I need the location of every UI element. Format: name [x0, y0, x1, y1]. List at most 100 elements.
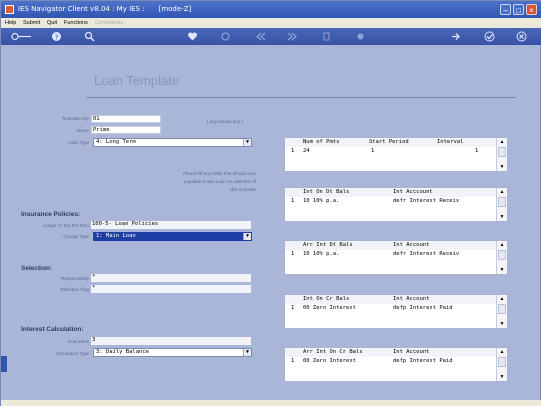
scroll-down-icon[interactable]: ▼: [497, 320, 507, 328]
heart-icon[interactable]: [187, 31, 198, 42]
arr-int-on-cr-bals-grid: Arr Int On Cr Bals Int Account 1 00 Zero…: [284, 347, 508, 382]
close-icon[interactable]: [516, 31, 527, 42]
scan-back-field[interactable]: 3: [91, 337, 251, 345]
scroll-up-icon[interactable]: ▲: [497, 241, 507, 249]
int-on-cr-bals-grid: Int On Cr Bals Int Account 1 00 Zero Int…: [284, 294, 508, 329]
scrollbar[interactable]: ▲ ▼: [496, 348, 507, 381]
responsibility-field[interactable]: *: [91, 274, 251, 282]
calc-type-label: Calculation Type: [55, 351, 89, 356]
chevron-down-icon[interactable]: ▼: [243, 349, 251, 356]
interest-account-cell[interactable]: defr Interest Receiv: [393, 197, 459, 205]
scroll-thumb[interactable]: [498, 304, 506, 314]
menu-help[interactable]: Help: [5, 20, 16, 26]
table-row[interactable]: 1 10 10% p.a. defr Interest Receiv: [285, 250, 497, 258]
charge-type-value: 1: Main Loan: [96, 233, 136, 239]
row-number: 1: [291, 358, 295, 364]
scroll-thumb[interactable]: [498, 197, 506, 207]
interest-account-cell[interactable]: defp Interest Paid: [393, 357, 453, 365]
app-icon: [5, 5, 14, 14]
title-divider: [86, 97, 516, 98]
loan-type-select[interactable]: 4: Long Term ▼: [93, 138, 252, 147]
settings-icon[interactable]: [355, 31, 366, 42]
forward-icon[interactable]: [450, 31, 461, 42]
scroll-down-icon[interactable]: ▼: [497, 266, 507, 274]
interest-rate-cell[interactable]: 10 10% p.a.: [303, 250, 339, 258]
calc-type-select[interactable]: 3: Daily Balance ▼: [93, 348, 252, 357]
column-header: Arr Int Dt Bals: [303, 242, 353, 248]
info-icon[interactable]: ?: [51, 31, 62, 42]
scroll-down-icon[interactable]: ▼: [497, 373, 507, 381]
key-icon[interactable]: [11, 31, 33, 42]
app-window: IES Navigator Client v8.04 : My IES : [mo…: [0, 0, 541, 406]
table-row[interactable]: 1 00 Zero Interest defp Interest Paid: [285, 304, 497, 312]
menu-commands[interactable]: Commands: [95, 20, 123, 26]
column-header: Int On Cr Bals: [303, 296, 350, 302]
window-title: IES Navigator Client v8.04 : My IES : [mo…: [18, 5, 191, 13]
column-header: Int On Dt Bals: [303, 189, 350, 195]
scroll-thumb[interactable]: [498, 250, 506, 260]
chevron-down-icon[interactable]: ▼: [243, 139, 251, 146]
scroll-thumb[interactable]: [498, 357, 506, 367]
scroll-up-icon[interactable]: ▲: [497, 138, 507, 146]
start-period-cell[interactable]: 1: [371, 147, 374, 155]
payments-grid: Num of Pmts Start Period Interval 1 24 1…: [284, 137, 508, 172]
document-icon[interactable]: [321, 31, 332, 42]
fast-forward-icon[interactable]: [287, 31, 298, 42]
scrollbar[interactable]: ▲ ▼: [496, 295, 507, 328]
scrollbar[interactable]: ▲ ▼: [496, 241, 507, 274]
scroll-up-icon[interactable]: ▲: [497, 188, 507, 196]
loan-type-value: 4: Long Term: [96, 139, 136, 145]
minimize-button[interactable]: –: [500, 4, 511, 15]
grid-header: Num of Pmts Start Period Interval: [285, 138, 497, 147]
check-icon[interactable]: [484, 31, 495, 42]
scrollbar[interactable]: ▲ ▼: [496, 138, 507, 171]
table-row[interactable]: 1 10 10% p.a. defr Interest Receiv: [285, 197, 497, 205]
ledger-field[interactable]: 100-5- Loan Policies: [91, 221, 251, 229]
interest-account-cell[interactable]: defr Interest Receiv: [393, 250, 459, 258]
row-number: 1: [291, 148, 295, 154]
column-header: Start Period: [369, 139, 409, 145]
interest-account-cell[interactable]: defp Interest Paid: [393, 304, 453, 312]
scroll-thumb[interactable]: [498, 147, 506, 157]
chevron-down-icon[interactable]: ▼: [243, 233, 251, 240]
auto-fill-hint: Please fill any fields that should auto …: [156, 170, 256, 194]
num-of-pmts-cell[interactable]: 24: [303, 147, 310, 155]
menu-submit[interactable]: Submit: [23, 20, 40, 26]
scroll-up-icon[interactable]: ▲: [497, 348, 507, 356]
scroll-down-icon[interactable]: ▼: [497, 163, 507, 171]
interval-cell[interactable]: 1: [475, 147, 478, 155]
int-on-dt-bals-grid: Int On Dt Bals Int Acccount 1 10 10% p.a…: [284, 187, 508, 222]
charge-type-select[interactable]: 1: Main Loan ▼: [93, 232, 252, 241]
refresh-icon[interactable]: [220, 31, 231, 42]
column-header: Num of Pmts: [303, 139, 340, 145]
search-icon[interactable]: [84, 31, 95, 42]
column-header: Arr Int On Cr Bals: [303, 349, 363, 355]
selection-heading: Selection:: [21, 265, 53, 272]
scrollbar[interactable]: ▲ ▼: [496, 188, 507, 221]
side-tab[interactable]: [1, 356, 7, 372]
column-header: Interval: [437, 139, 464, 145]
name-field[interactable]: Prime: [91, 126, 161, 134]
grid-header: Int On Cr Bals Int Account: [285, 295, 497, 304]
template-key-field[interactable]: 01: [91, 115, 161, 123]
table-row[interactable]: 1 24 1 1: [285, 147, 497, 155]
scroll-up-icon[interactable]: ▲: [497, 295, 507, 303]
interest-rate-cell[interactable]: 00 Zero Interest: [303, 304, 356, 312]
selection-flag-field[interactable]: *: [91, 285, 251, 293]
selection-flag-label: Selection Flag: [60, 287, 89, 292]
template-key-label: Template Key: [61, 116, 89, 121]
scroll-down-icon[interactable]: ▼: [497, 213, 507, 221]
table-row[interactable]: 1 00 Zero Interest defp Interest Paid: [285, 357, 497, 365]
interest-rate-cell[interactable]: 10 10% p.a.: [303, 197, 339, 205]
auto-fill-hint-line-3: this template: [230, 187, 256, 192]
menu-functions[interactable]: Functions: [64, 20, 88, 26]
maximize-button[interactable]: □: [513, 4, 524, 15]
close-window-button[interactable]: ×: [526, 4, 537, 15]
menu-quit[interactable]: Quit: [47, 20, 57, 26]
interest-rate-cell[interactable]: 00 Zero Interest: [303, 357, 356, 365]
column-header: Int Account: [393, 242, 430, 248]
loan-type-label: Loan Type: [68, 140, 89, 145]
grid-header: Arr Int On Cr Bals Int Account: [285, 348, 497, 357]
ledger-label: Ledger Cr Ext Pol Retn: [42, 223, 89, 228]
rewind-icon[interactable]: [255, 31, 266, 42]
